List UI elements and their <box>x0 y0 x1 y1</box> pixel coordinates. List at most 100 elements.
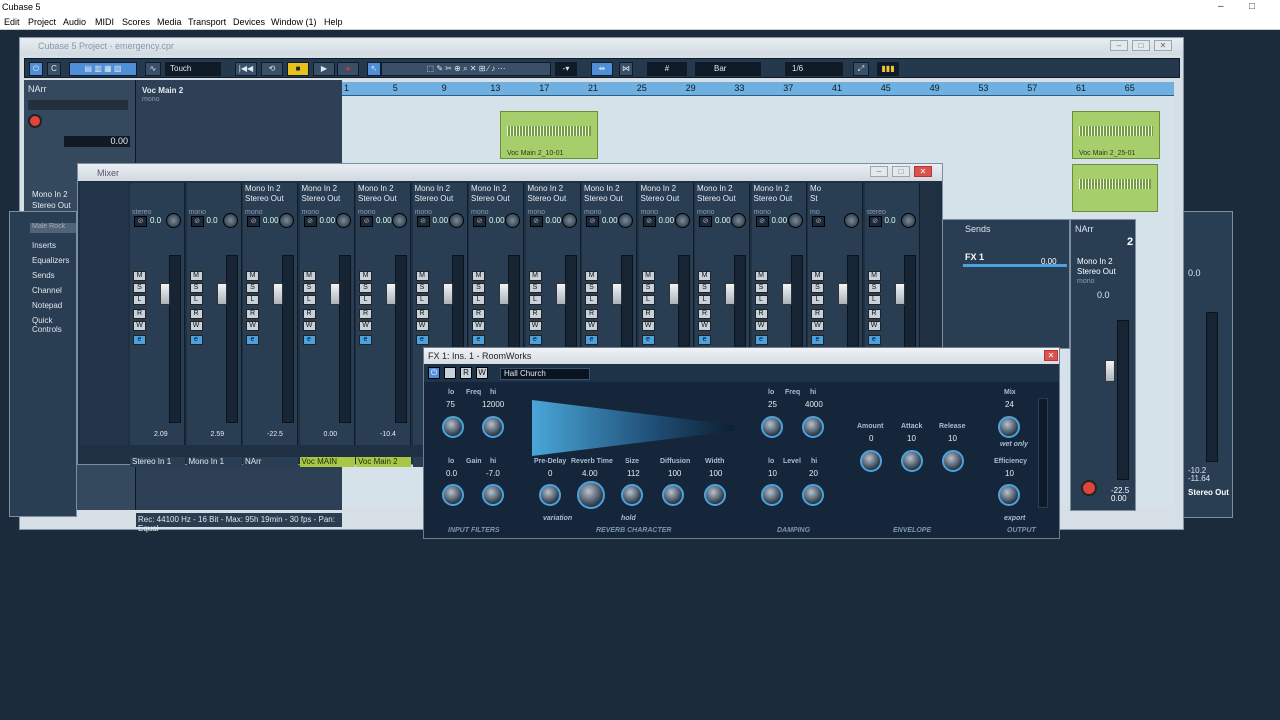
menu-window[interactable]: Window (1) <box>271 17 317 27</box>
read-button[interactable]: R <box>698 309 711 319</box>
write-button[interactable]: W <box>528 321 542 331</box>
solo-button[interactable]: S <box>246 283 259 293</box>
read-button[interactable]: R <box>528 309 542 319</box>
inspector-msr-buttons[interactable] <box>28 100 128 110</box>
listen-button[interactable]: L <box>811 295 824 305</box>
channel-name[interactable]: Voc MAIN <box>299 457 355 467</box>
section-quick-controls[interactable]: Quick Controls <box>32 316 76 334</box>
quantize-select[interactable]: 1/6 <box>785 62 843 76</box>
pan-knob[interactable] <box>335 213 351 228</box>
listen-button[interactable]: L <box>754 295 768 305</box>
edit-channel-icon[interactable]: e <box>754 335 768 345</box>
edit-channel-icon[interactable]: e <box>811 335 824 345</box>
listen-button[interactable]: L <box>415 295 429 305</box>
solo-button[interactable]: S <box>359 283 372 293</box>
pan-bypass-button[interactable]: ⊘ <box>360 216 373 227</box>
channel-input-route[interactable]: Mono In 2 <box>754 184 790 193</box>
pan-knob[interactable] <box>392 213 407 228</box>
edit-channel-icon[interactable]: e <box>302 335 316 345</box>
mute-button[interactable]: M <box>698 271 711 281</box>
channel-input-route[interactable]: Mono In 2 <box>584 184 620 193</box>
mix-knob[interactable] <box>998 416 1020 438</box>
audio-event[interactable] <box>1072 164 1158 212</box>
channel-output-route[interactable]: Stereo Out <box>471 194 510 203</box>
solo-button[interactable]: S <box>415 283 429 293</box>
audio-event[interactable]: Voc Main 2_10-01 <box>500 111 598 159</box>
mute-button[interactable]: M <box>189 271 203 281</box>
mute-button[interactable]: M <box>133 271 146 281</box>
color-palette-icon[interactable]: ▮▮▮ <box>877 62 899 76</box>
solo-button[interactable]: S <box>189 283 203 293</box>
variation-button[interactable]: variation <box>543 515 572 522</box>
input-lo-gain-knob[interactable] <box>442 484 464 506</box>
channel-name[interactable]: NArr <box>243 457 298 467</box>
window-layout-buttons[interactable]: ▤ ▥ ▦ ▧ <box>69 62 137 76</box>
constrain-delay-button[interactable]: C <box>47 62 61 76</box>
channel-output-route[interactable]: Stereo Out <box>358 194 397 203</box>
track-name[interactable]: Voc Main 2 <box>142 86 183 95</box>
goto-start-button[interactable]: |◀◀ <box>235 62 257 76</box>
volume-fader[interactable] <box>555 283 566 305</box>
roomworks-close-button[interactable]: ✕ <box>1044 350 1058 361</box>
wet-only-button[interactable]: wet only <box>1000 441 1028 448</box>
inspector-preset[interactable]: Male Rock <box>30 223 76 233</box>
channel-input-route[interactable]: Mono In 2 <box>641 184 677 193</box>
inspector-input-route[interactable]: Mono In 2 <box>32 190 68 199</box>
channel-output-route[interactable]: St <box>810 194 818 203</box>
menu-help[interactable]: Help <box>324 17 343 27</box>
menu-media[interactable]: Media <box>157 17 182 27</box>
read-button[interactable]: R <box>585 309 598 319</box>
mute-button[interactable]: M <box>528 271 542 281</box>
inspector-volume-value[interactable]: 0.00 <box>64 136 130 147</box>
roomworks-titlebar[interactable]: FX 1: Ins. 1 - RoomWorks ✕ <box>424 348 1059 364</box>
record-enable-icon[interactable] <box>28 114 42 128</box>
section-channel[interactable]: Channel <box>32 286 62 295</box>
channel-output-route[interactable]: Stereo Out <box>528 194 567 203</box>
write-button[interactable]: W <box>359 321 372 331</box>
far-right-output[interactable]: Stereo Out <box>1188 488 1229 497</box>
edit-channel-icon[interactable]: e <box>585 335 598 345</box>
volume-fader[interactable] <box>216 283 227 305</box>
power-icon[interactable]: ⏻ <box>428 367 440 379</box>
cycle-button[interactable]: ⟲ <box>261 62 283 76</box>
pan-bypass-button[interactable]: ⊘ <box>755 216 769 227</box>
pan-bypass-button[interactable]: ⊘ <box>190 216 204 227</box>
pan-knob[interactable] <box>222 213 238 228</box>
listen-button[interactable]: L <box>698 295 711 305</box>
pan-bypass-button[interactable]: ⊘ <box>868 216 882 227</box>
write-button[interactable]: W <box>246 321 259 331</box>
project-minimize-button[interactable]: – <box>1110 40 1128 51</box>
pan-bypass-button[interactable]: ⊘ <box>586 216 599 227</box>
edit-channel-icon[interactable]: e <box>472 335 485 345</box>
read-button[interactable]: R <box>133 309 146 319</box>
snap-toggle-icon[interactable]: ⇹ <box>591 62 613 76</box>
input-hi-gain-knob[interactable] <box>482 484 504 506</box>
inspector-output-route[interactable]: Stereo Out <box>32 201 71 210</box>
snap-type-icon[interactable]: # <box>647 62 687 76</box>
mute-button[interactable]: M <box>472 271 485 281</box>
menu-devices[interactable]: Devices <box>233 17 265 27</box>
pan-bypass-button[interactable]: ⊘ <box>529 216 543 227</box>
pan-knob[interactable] <box>448 213 464 228</box>
channel-input-route[interactable]: Mo <box>810 184 821 193</box>
record-enable-icon[interactable] <box>1081 480 1097 496</box>
input-lo-freq-knob[interactable] <box>442 416 464 438</box>
read-button[interactable]: R <box>189 309 203 319</box>
mute-button[interactable]: M <box>585 271 598 281</box>
automation-mode-select[interactable]: Touch <box>165 62 221 76</box>
volume-fader[interactable] <box>499 283 509 305</box>
write-button[interactable]: W <box>415 321 429 331</box>
efficiency-knob[interactable] <box>998 484 1020 506</box>
channel-output-route[interactable]: Stereo Out <box>754 194 793 203</box>
project-titlebar[interactable]: Cubase 5 Project - emergency.cpr – □ ✕ <box>20 38 1183 55</box>
quantize-apply-icon[interactable]: ⤢ <box>853 62 869 76</box>
volume-fader[interactable] <box>725 283 735 305</box>
listen-button[interactable]: L <box>302 295 316 305</box>
menu-edit[interactable]: Edit <box>4 17 20 27</box>
edit-channel-fader[interactable] <box>1105 360 1115 382</box>
color-select[interactable]: -▾ <box>555 62 577 76</box>
read-button[interactable]: R <box>641 309 655 319</box>
project-close-button[interactable]: ✕ <box>1154 40 1172 51</box>
volume-fader[interactable] <box>668 283 679 305</box>
volume-fader[interactable] <box>273 283 283 305</box>
